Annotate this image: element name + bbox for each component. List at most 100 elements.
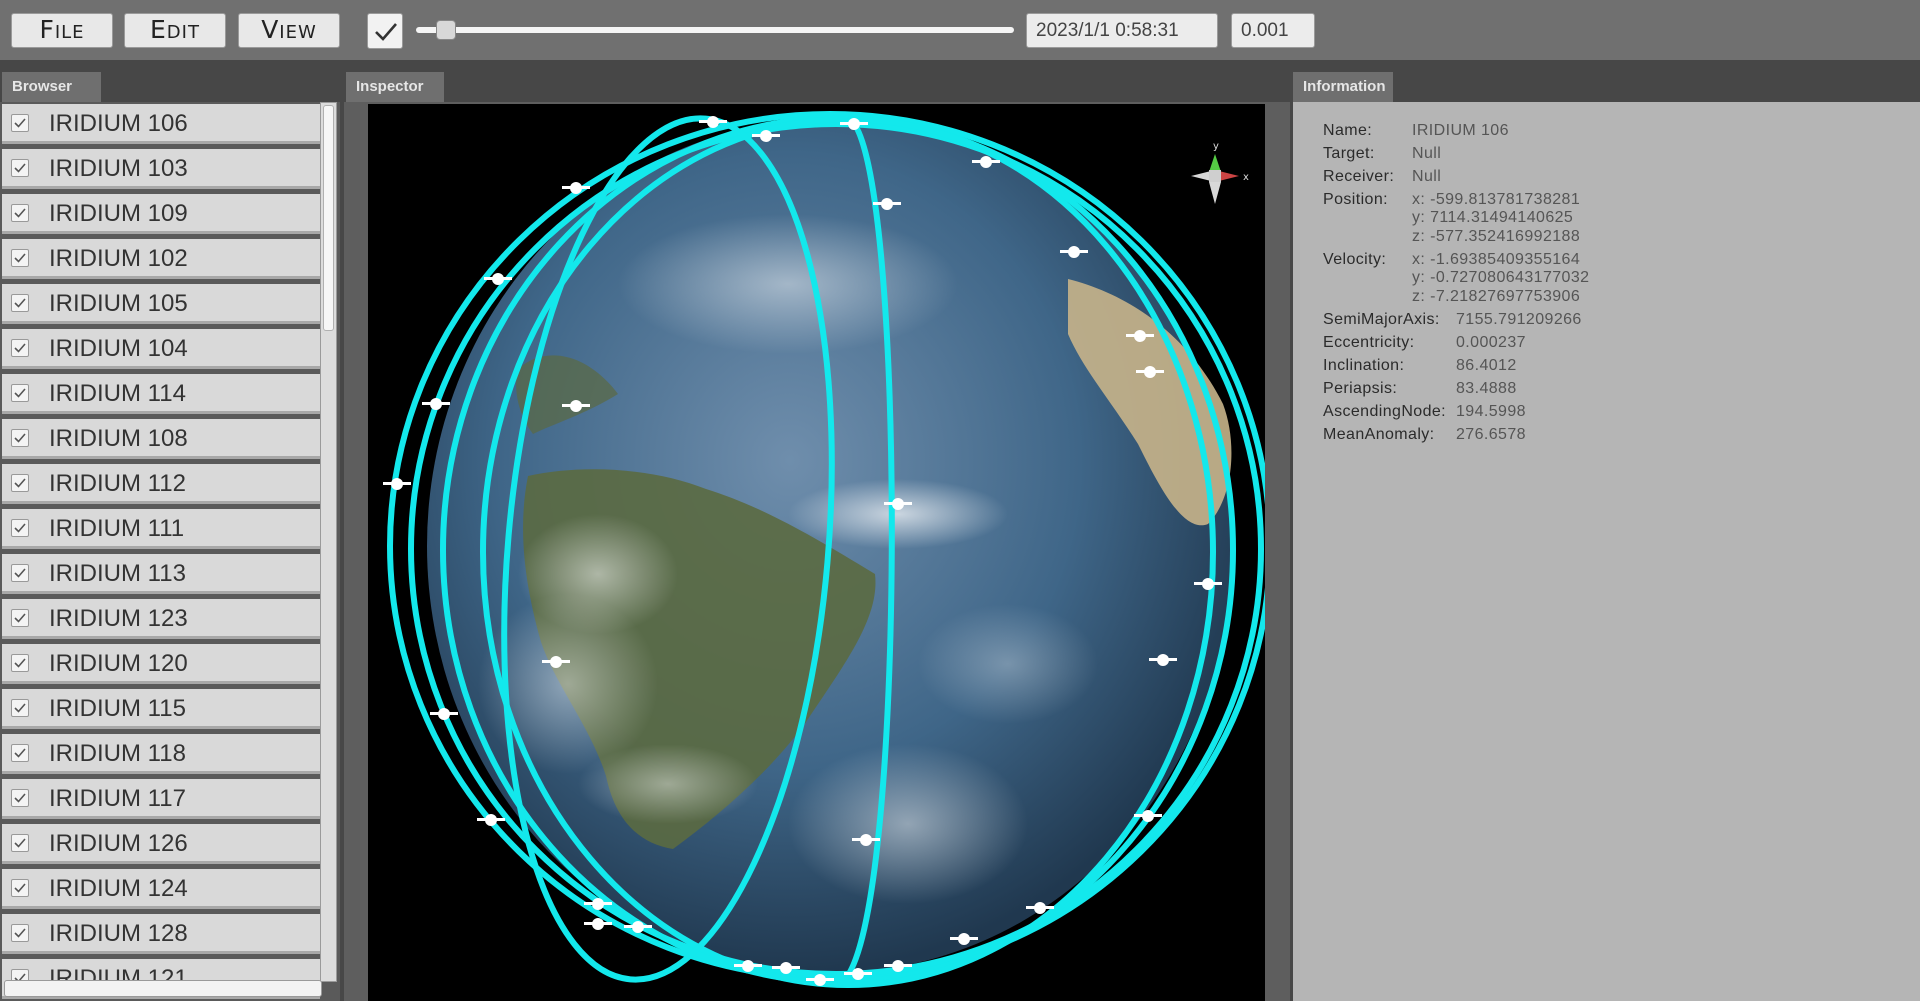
list-item[interactable]: IRIDIUM 123 bbox=[2, 599, 320, 639]
tab-inspector[interactable]: Inspector bbox=[346, 72, 444, 102]
list-item-label: IRIDIUM 120 bbox=[49, 650, 188, 677]
view-menu-button[interactable]: View bbox=[238, 13, 340, 48]
visibility-checkbox[interactable] bbox=[11, 159, 29, 177]
checkmark-icon bbox=[14, 523, 26, 533]
play-toggle-checkbox[interactable] bbox=[367, 13, 403, 49]
visibility-checkbox[interactable] bbox=[11, 879, 29, 897]
satellite-list: IRIDIUM 106 IRIDIUM 103 IRIDIUM 109 IRIDIUM… bbox=[0, 102, 340, 1001]
list-item[interactable]: IRIDIUM 113 bbox=[2, 554, 320, 594]
time-field[interactable]: 2023/1/1 0:58:31 bbox=[1026, 13, 1218, 48]
velocity-y: y: -0.727080643177032 bbox=[1412, 269, 1590, 286]
list-item[interactable]: IRIDIUM 115 bbox=[2, 689, 320, 729]
list-item[interactable]: IRIDIUM 104 bbox=[2, 329, 320, 369]
list-item[interactable]: IRIDIUM 120 bbox=[2, 644, 320, 684]
visibility-checkbox[interactable] bbox=[11, 564, 29, 582]
list-item-label: IRIDIUM 114 bbox=[49, 380, 186, 407]
checkmark-icon bbox=[14, 388, 26, 398]
tab-information[interactable]: Information bbox=[1293, 72, 1393, 102]
eccentricity-label: Eccentricity: bbox=[1323, 334, 1415, 351]
checkmark-icon bbox=[375, 23, 397, 41]
checkmark-icon bbox=[14, 478, 26, 488]
list-item-label: IRIDIUM 102 bbox=[49, 245, 188, 272]
tab-browser[interactable]: Browser bbox=[2, 72, 101, 102]
visibility-checkbox[interactable] bbox=[11, 924, 29, 942]
checkmark-icon bbox=[14, 298, 26, 308]
checkmark-icon bbox=[14, 928, 26, 938]
list-item-label: IRIDIUM 115 bbox=[49, 695, 186, 722]
toolbar: File Edit View 2023/1/1 0:58:31 0.001 bbox=[0, 0, 1920, 60]
ascending-node-value: 194.5998 bbox=[1456, 403, 1526, 420]
list-item[interactable]: IRIDIUM 106 bbox=[2, 104, 320, 144]
visibility-checkbox[interactable] bbox=[11, 339, 29, 357]
speed-field[interactable]: 0.001 bbox=[1231, 13, 1315, 48]
periapsis-value: 83.4888 bbox=[1456, 380, 1517, 397]
name-value: IRIDIUM 106 bbox=[1412, 122, 1509, 139]
list-item-label: IRIDIUM 117 bbox=[49, 785, 186, 812]
visibility-checkbox[interactable] bbox=[11, 834, 29, 852]
timeline-slider-thumb[interactable] bbox=[435, 20, 456, 40]
list-item-label: IRIDIUM 123 bbox=[49, 605, 188, 632]
list-item[interactable]: IRIDIUM 114 bbox=[2, 374, 320, 414]
visibility-checkbox[interactable] bbox=[11, 384, 29, 402]
list-item[interactable]: IRIDIUM 117 bbox=[2, 779, 320, 819]
list-item[interactable]: IRIDIUM 126 bbox=[2, 824, 320, 864]
position-label: Position: bbox=[1323, 191, 1388, 208]
list-item-label: IRIDIUM 103 bbox=[49, 155, 188, 182]
list-item-label: IRIDIUM 112 bbox=[49, 470, 186, 497]
visibility-checkbox[interactable] bbox=[11, 114, 29, 132]
mean-anomaly-value: 276.6578 bbox=[1456, 426, 1526, 443]
receiver-value: Null bbox=[1412, 168, 1442, 185]
list-item[interactable]: IRIDIUM 103 bbox=[2, 149, 320, 189]
visibility-checkbox[interactable] bbox=[11, 519, 29, 537]
checkmark-icon bbox=[14, 433, 26, 443]
mean-anomaly-label: MeanAnomaly: bbox=[1323, 426, 1435, 443]
horizontal-scrollbar[interactable] bbox=[4, 980, 322, 997]
velocity-label: Velocity: bbox=[1323, 251, 1387, 268]
list-item[interactable]: IRIDIUM 108 bbox=[2, 419, 320, 459]
list-item[interactable]: IRIDIUM 105 bbox=[2, 284, 320, 324]
list-item[interactable]: IRIDIUM 109 bbox=[2, 194, 320, 234]
gizmo-x-label: x bbox=[1243, 172, 1249, 183]
file-menu-button[interactable]: File bbox=[11, 13, 113, 48]
vertical-scrollbar-thumb[interactable] bbox=[323, 105, 334, 331]
axis-gizmo[interactable]: y x bbox=[1191, 141, 1249, 204]
satellite-icon bbox=[383, 478, 411, 490]
vertical-scrollbar[interactable] bbox=[320, 102, 337, 982]
receiver-label: Receiver: bbox=[1323, 168, 1395, 185]
timeline-slider[interactable] bbox=[416, 27, 1014, 33]
checkmark-icon bbox=[14, 658, 26, 668]
gizmo-y-label: y bbox=[1213, 141, 1219, 152]
list-item[interactable]: IRIDIUM 128 bbox=[2, 914, 320, 954]
list-item-label: IRIDIUM 124 bbox=[49, 875, 188, 902]
visibility-checkbox[interactable] bbox=[11, 789, 29, 807]
checkmark-icon bbox=[14, 883, 26, 893]
list-item-label: IRIDIUM 113 bbox=[49, 560, 186, 587]
list-item[interactable]: IRIDIUM 124 bbox=[2, 869, 320, 909]
visibility-checkbox[interactable] bbox=[11, 204, 29, 222]
visibility-checkbox[interactable] bbox=[11, 744, 29, 762]
3d-viewport[interactable]: y x bbox=[368, 104, 1265, 1001]
list-item-label: IRIDIUM 128 bbox=[49, 920, 188, 947]
list-item-label: IRIDIUM 111 bbox=[49, 515, 185, 542]
visibility-checkbox[interactable] bbox=[11, 699, 29, 717]
list-item-label: IRIDIUM 104 bbox=[49, 335, 188, 362]
visibility-checkbox[interactable] bbox=[11, 609, 29, 627]
list-item[interactable]: IRIDIUM 102 bbox=[2, 239, 320, 279]
list-item-label: IRIDIUM 105 bbox=[49, 290, 188, 317]
satellite-icon bbox=[422, 398, 450, 410]
list-item[interactable]: IRIDIUM 112 bbox=[2, 464, 320, 504]
checkmark-icon bbox=[14, 208, 26, 218]
periapsis-label: Periapsis: bbox=[1323, 380, 1398, 397]
visibility-checkbox[interactable] bbox=[11, 249, 29, 267]
list-item[interactable]: IRIDIUM 118 bbox=[2, 734, 320, 774]
velocity-x: x: -1.69385409355164 bbox=[1412, 251, 1581, 268]
visibility-checkbox[interactable] bbox=[11, 429, 29, 447]
visibility-checkbox[interactable] bbox=[11, 474, 29, 492]
checkmark-icon bbox=[14, 613, 26, 623]
visibility-checkbox[interactable] bbox=[11, 654, 29, 672]
visibility-checkbox[interactable] bbox=[11, 294, 29, 312]
list-item-label: IRIDIUM 126 bbox=[49, 830, 188, 857]
list-item[interactable]: IRIDIUM 111 bbox=[2, 509, 320, 549]
edit-menu-button[interactable]: Edit bbox=[124, 13, 226, 48]
semimajor-axis-value: 7155.791209266 bbox=[1456, 311, 1582, 328]
